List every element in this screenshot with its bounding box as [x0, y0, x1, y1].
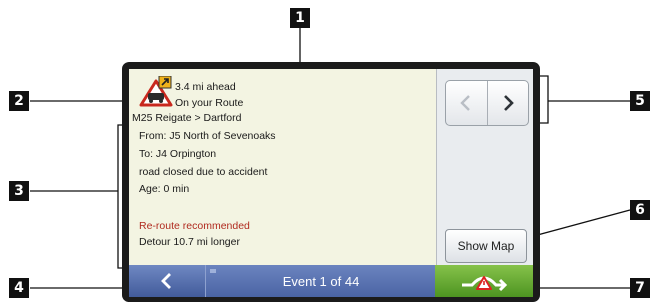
- callout-4: 4: [9, 278, 29, 298]
- next-event-button[interactable]: [486, 81, 529, 125]
- chevron-left-icon: [460, 95, 471, 111]
- alert-to: To: J4 Orpington: [139, 148, 217, 160]
- alert-road: M25 Reigate > Dartford: [132, 112, 242, 124]
- event-counter: Event 1 of 44: [205, 265, 436, 297]
- traffic-event-screen: 3.4 mi ahead On your Route M25 Reigate >…: [129, 69, 533, 297]
- side-panel: Show Map: [436, 69, 533, 265]
- back-button[interactable]: [129, 265, 205, 297]
- callout-1: 1: [290, 8, 310, 28]
- callout-6: 6: [630, 200, 650, 220]
- reroute-icon: [462, 276, 508, 292]
- alert-detour: Detour 10.7 mi longer: [139, 236, 240, 248]
- show-map-button[interactable]: Show Map: [445, 229, 527, 263]
- alert-recommendation: Re-route recommended: [139, 220, 250, 232]
- alert-age: Age: 0 min: [139, 183, 190, 195]
- callout-3: 3: [9, 181, 29, 201]
- callout-7: 7: [630, 278, 650, 298]
- alert-position: On your Route: [175, 97, 244, 109]
- alert-distance: 3.4 mi ahead: [175, 81, 236, 93]
- bar-marker: [210, 269, 216, 273]
- event-navigation: [445, 80, 529, 126]
- traffic-warning-icon: [139, 76, 173, 107]
- alert-description: road closed due to accident: [139, 166, 268, 178]
- bottom-toolbar: Event 1 of 44: [129, 265, 533, 297]
- callout-5: 5: [630, 91, 650, 111]
- reroute-button[interactable]: [435, 265, 533, 297]
- event-counter-label: Event 1 of 44: [282, 273, 360, 289]
- event-details-panel: 3.4 mi ahead On your Route M25 Reigate >…: [129, 69, 436, 265]
- chevron-right-icon: [503, 95, 514, 111]
- callout-2: 2: [9, 91, 29, 111]
- alert-from: From: J5 North of Sevenoaks: [139, 130, 276, 142]
- back-arrow-icon: [161, 273, 171, 289]
- previous-event-button[interactable]: [446, 81, 487, 125]
